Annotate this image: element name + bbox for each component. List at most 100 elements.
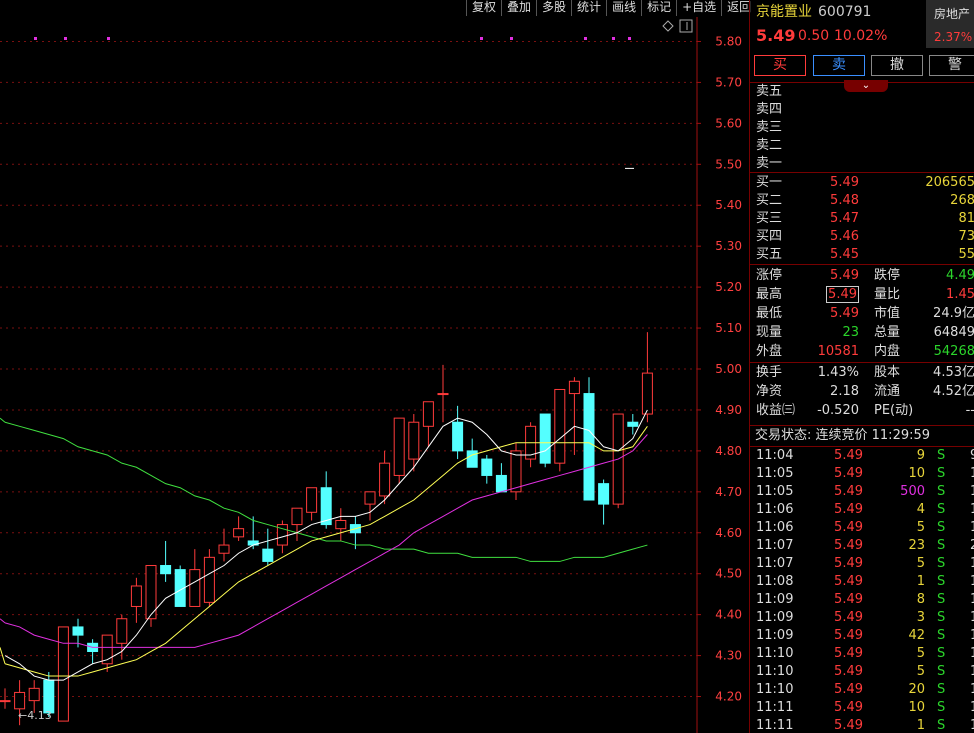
- stock-code: 600791: [818, 4, 872, 20]
- buy-level-price: 5.46: [830, 229, 859, 244]
- stat-row: 外盘 10581 内盘 54268: [750, 343, 974, 361]
- low-price-label: ←4.13: [18, 709, 52, 722]
- tick-count: 2: [970, 537, 974, 555]
- tick-row: 11:06 5.49 5S 1: [750, 519, 974, 537]
- candle-body: [233, 528, 245, 538]
- tick-volume: 20: [908, 682, 925, 697]
- toolbar-mark-button[interactable]: 标记: [641, 0, 676, 16]
- tick-time: 11:11: [756, 718, 794, 733]
- buy-level-label: 买二: [756, 193, 783, 208]
- buy-level-row: 买一 5.49 206565: [750, 174, 974, 192]
- y-tick-label: 4.80: [715, 444, 742, 458]
- candle-body: [452, 421, 464, 452]
- candle-body: [0, 700, 11, 703]
- candle-body: [554, 388, 566, 464]
- stat-value: 54268: [933, 344, 974, 359]
- sell-button[interactable]: 卖: [813, 55, 865, 76]
- tick-time: 11:05: [756, 466, 794, 481]
- tick-row: 11:05 5.49 500 S 1: [750, 483, 974, 501]
- tick-count: 1: [970, 465, 974, 483]
- signal-marker: [628, 37, 631, 40]
- toolbar-draw-button[interactable]: 画线: [606, 0, 641, 16]
- tick-volume: 1: [916, 718, 925, 733]
- tick-row: 11:10 5.49 20 S 1: [750, 681, 974, 699]
- y-tick-label: 4.20: [715, 690, 742, 704]
- stat-label: 收益㈢: [756, 403, 796, 418]
- tick-price: 5.49: [834, 646, 863, 661]
- tick-time: 11:09: [756, 592, 794, 607]
- buy-level-price: 5.49: [830, 175, 859, 190]
- tick-price: 5.49: [834, 484, 863, 499]
- tick-time: 11:10: [756, 664, 794, 679]
- signal-marker: [34, 37, 37, 40]
- tick-side: S: [937, 646, 946, 661]
- price-change: 0.50: [798, 28, 830, 44]
- candle-body: [28, 687, 40, 702]
- tick-row: 11:11 5.49 10 S 1: [750, 699, 974, 717]
- trade-status: 交易状态: 连续竞价 11:29:59: [755, 428, 931, 443]
- tick-time: 11:06: [756, 502, 794, 517]
- buy-level-volume: 73: [958, 229, 974, 244]
- toolbar-fuquan-button[interactable]: 复权: [466, 0, 501, 16]
- buy-level-label: 买四: [756, 229, 783, 244]
- buy-level-volume: 206565: [925, 175, 974, 190]
- tick-count: 1: [970, 681, 974, 699]
- buy-level-price: 5.45: [830, 247, 859, 262]
- divider: [750, 172, 974, 173]
- tick-price: 5.49: [834, 610, 863, 625]
- y-tick-label: 5.80: [715, 34, 742, 48]
- price-line: 5.49 0.50 10.02%: [750, 27, 974, 47]
- stat-label: 流通: [874, 384, 901, 399]
- kline-svg[interactable]: 5.80 5.70 5.60 5.50 5.40 5.30 5.20 5.10 5.00 4.90…: [0, 17, 748, 733]
- y-tick-label: 5.70: [715, 75, 742, 89]
- stat-value: 5.49: [830, 306, 859, 321]
- y-tick-label: 4.90: [715, 403, 742, 417]
- sector-name: 房地产: [934, 7, 971, 21]
- buy-level-label: 买三: [756, 211, 783, 226]
- toolbar-add-watchlist-button[interactable]: +自选: [676, 0, 721, 16]
- stat-row: 现量 23 总量 64849: [750, 324, 974, 342]
- y-tick-label: 4.30: [715, 649, 742, 663]
- toolbar-overlay-button[interactable]: 叠加: [501, 0, 536, 16]
- buy-button[interactable]: 买: [754, 55, 806, 76]
- tick-time: 11:09: [756, 610, 794, 625]
- tick-time: 11:08: [756, 574, 794, 589]
- candle-body: [481, 458, 493, 476]
- cancel-order-button[interactable]: 撤: [871, 55, 923, 76]
- tick-side: S: [937, 448, 946, 463]
- stat-value: 1.43%: [817, 365, 859, 380]
- candle-body: [510, 450, 522, 493]
- y-tick-label: 5.00: [715, 362, 742, 376]
- candle-body: [291, 507, 303, 526]
- tick-price: 5.49: [834, 538, 863, 553]
- tick-price: 5.49: [834, 466, 863, 481]
- tick-count: 1: [970, 699, 974, 717]
- stat-label: 总量: [874, 325, 901, 340]
- tick-time: 11:05: [756, 484, 794, 499]
- kline-chart[interactable]: 5.80 5.70 5.60 5.50 5.40 5.30 5.20 5.10 5.00 4.90…: [0, 17, 748, 733]
- tick-price: 5.49: [834, 682, 863, 697]
- buy-level-row: 买三 5.47 81: [750, 210, 974, 228]
- buy-level-row: 买五 5.45 55: [750, 246, 974, 264]
- stat-label: 净资: [756, 384, 783, 399]
- tick-row: 11:09 5.49 3S 1: [750, 609, 974, 627]
- trade-buttons: 买 卖 撤 警: [754, 55, 974, 77]
- toolbar-stats-button[interactable]: 统计: [571, 0, 606, 16]
- stat-value: 5.49: [826, 286, 859, 303]
- stat-value: 4.49: [946, 268, 974, 283]
- stat-value: --: [965, 403, 974, 418]
- tick-volume: 9: [916, 448, 925, 463]
- tick-side: S: [937, 466, 946, 481]
- stat-label: 现量: [756, 325, 783, 340]
- toolbar-multi-stock-button[interactable]: 多股: [536, 0, 571, 16]
- stat-row: 净资 2.18 流通 4.52亿: [750, 383, 974, 401]
- tick-time: 11:10: [756, 682, 794, 697]
- y-tick-label: 5.30: [715, 239, 742, 253]
- alert-button[interactable]: 警: [929, 55, 974, 76]
- candle-body: [627, 421, 639, 427]
- sell-level-row: 卖四: [750, 101, 974, 119]
- tick-side: S: [937, 664, 946, 679]
- buy-level-price: 5.47: [830, 211, 859, 226]
- sell-level-label: 卖四: [756, 102, 783, 117]
- stat-label: 市值: [874, 306, 901, 321]
